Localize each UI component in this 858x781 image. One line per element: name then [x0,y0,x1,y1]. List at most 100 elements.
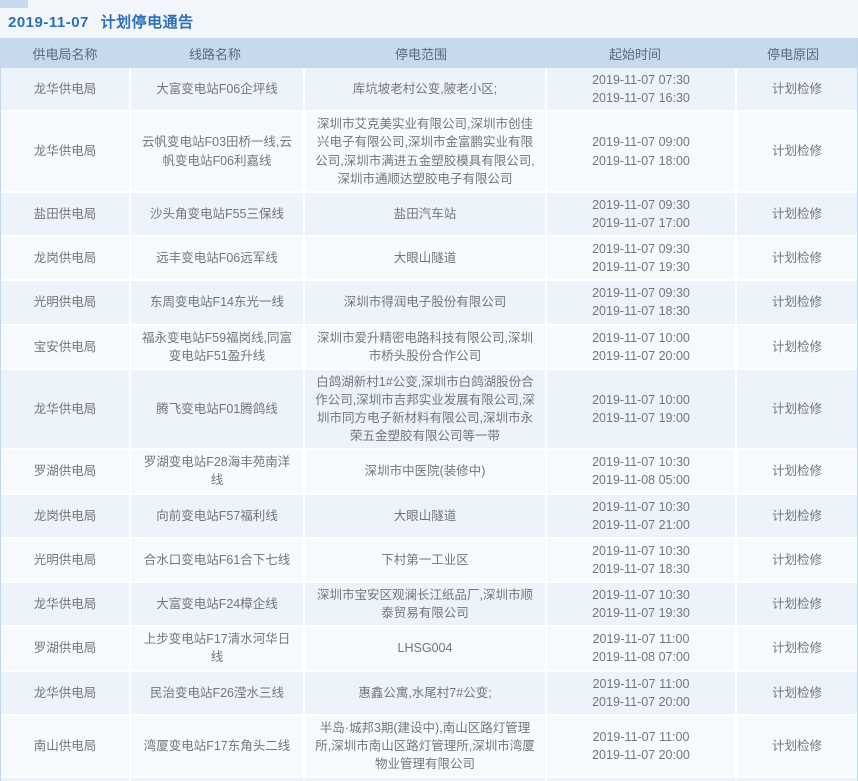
cell-bureau: 宝安供电局 [1,326,129,368]
bureau-text: 龙华供电局 [34,400,97,418]
bureau-text: 龙华供电局 [34,595,97,613]
reason-text: 计划检修 [772,551,822,569]
start-time-text: 2019-11-07 11:00 [593,675,690,693]
cell-bureau: 龙华供电局 [1,583,129,625]
reason-text: 计划检修 [772,400,822,418]
line-text: 民治变电站F26滢水三线 [150,684,284,702]
end-time-text: 2019-11-07 18:30 [592,302,690,320]
cell-reason: 计划检修 [737,450,857,492]
start-time-text: 2019-11-07 10:30 [592,542,690,560]
cell-line: 东周变电站F14东光一线 [131,281,303,323]
cell-reason: 计划检修 [737,193,857,235]
line-text: 湾厦变电站F17东角头二线 [144,737,291,755]
end-time-text: 2019-11-08 07:00 [592,648,690,666]
line-text: 云帆变电站F03田桥一线,云帆变电站F06利嘉线 [138,133,296,169]
end-time-text: 2019-11-07 18:30 [592,560,690,578]
table-row: 龙华供电局 云帆变电站F03田桥一线,云帆变电站F06利嘉线 深圳市艾克美实业有… [1,112,857,191]
end-time-text: 2019-11-07 20:00 [592,746,690,764]
cell-start-time: 2019-11-07 11:00 2019-11-08 07:00 [547,627,735,669]
cell-bureau: 南山供电局 [1,716,129,776]
table-row: 南山供电局 湾厦变电站F17东角头二线 半岛·城邦3期(建设中),南山区路灯管理… [1,716,857,776]
table-row: 宝安供电局 福永变电站F59福岗线,同富变电站F51盈升线 深圳市爱升精密电路科… [1,326,857,368]
bureau-text: 宝安供电局 [34,338,97,356]
cell-line: 沙头角变电站F55三保线 [131,193,303,235]
line-text: 罗湖变电站F28海丰苑南洋线 [138,453,296,489]
cell-scope: 惠鑫公寓,水尾村7#公变; [305,672,545,714]
reason-text: 计划检修 [772,338,822,356]
cell-start-time: 2019-11-07 10:00 2019-11-07 20:00 [547,326,735,368]
table-body: 龙华供电局 大富变电站F06企坪线 库坑坡老村公变,陂老小区; 2019-11-… [1,68,857,781]
table-row: 光明供电局 东周变电站F14东光一线 深圳市得润电子股份有限公司 2019-11… [1,281,857,323]
end-time-text: 2019-11-07 19:30 [592,258,690,276]
bureau-text: 光明供电局 [34,551,97,569]
cell-bureau: 龙华供电局 [1,672,129,714]
page: 2019-11-07 计划停电通告 供电局名称 线路名称 停电范围 起始时间 停… [0,0,858,781]
cell-bureau: 盐田供电局 [1,193,129,235]
end-time-text: 2019-11-08 05:00 [592,471,690,489]
reason-text: 计划检修 [772,142,822,160]
cell-scope: 深圳市艾克美实业有限公司,深圳市创佳兴电子有限公司,深圳市金富鹏实业有限公司,深… [305,112,545,191]
cell-line: 罗湖变电站F28海丰苑南洋线 [131,450,303,492]
cell-reason: 计划检修 [737,539,857,581]
cell-bureau: 光明供电局 [1,281,129,323]
end-time-text: 2019-11-07 16:30 [592,89,690,107]
reason-text: 计划检修 [772,205,822,223]
end-time-text: 2019-11-07 19:00 [592,409,690,427]
start-time-text: 2019-11-07 09:30 [592,284,690,302]
cell-reason: 计划检修 [737,495,857,537]
cell-start-time: 2019-11-07 09:30 2019-11-07 17:00 [547,193,735,235]
outage-table: 供电局名称 线路名称 停电范围 起始时间 停电原因 龙华供电局 大富变电站F06… [0,38,858,781]
end-time-text: 2019-11-07 18:00 [592,152,690,170]
table-row: 龙华供电局 民治变电站F26滢水三线 惠鑫公寓,水尾村7#公变; 2019-11… [1,672,857,714]
bureau-text: 龙华供电局 [34,142,97,160]
cell-scope: 深圳市中医院(装修中) [305,450,545,492]
cell-bureau: 龙华供电局 [1,112,129,191]
bureau-text: 盐田供电局 [34,205,97,223]
cell-bureau: 龙岗供电局 [1,237,129,279]
line-text: 合水口变电站F61合下七线 [144,551,291,569]
cell-scope: 下村第一工业区 [305,539,545,581]
col-header-scope: 停电范围 [301,44,541,63]
line-text: 腾飞变电站F01腾鸽线 [156,400,278,418]
table-row: 龙岗供电局 向前变电站F57福利线 大眼山隧道 2019-11-07 10:30… [1,495,857,537]
start-time-text: 2019-11-07 10:00 [592,391,690,409]
start-time-text: 2019-11-07 10:30 [592,586,690,604]
start-time-text: 2019-11-07 10:30 [592,498,690,516]
start-time-text: 2019-11-07 09:00 [592,133,690,151]
cell-start-time: 2019-11-07 10:00 2019-11-07 19:00 [547,370,735,449]
bureau-text: 罗湖供电局 [34,639,97,657]
cell-bureau: 罗湖供电局 [1,450,129,492]
cell-line: 大富变电站F24樟企线 [131,583,303,625]
cell-line: 腾飞变电站F01腾鸽线 [131,370,303,449]
table-header-row: 供电局名称 线路名称 停电范围 起始时间 停电原因 [1,38,857,68]
cell-scope: 大眼山隧道 [305,495,545,537]
scope-text: 盐田汽车站 [394,205,457,223]
cell-bureau: 龙华供电局 [1,370,129,449]
reason-text: 计划检修 [772,684,822,702]
cell-start-time: 2019-11-07 10:30 2019-11-07 19:30 [547,583,735,625]
start-time-text: 2019-11-07 11:00 [593,630,690,648]
cell-start-time: 2019-11-07 09:30 2019-11-07 19:30 [547,237,735,279]
bureau-text: 南山供电局 [34,737,97,755]
cell-scope: 深圳市宝安区观澜长江纸品厂,深圳市顺泰贸易有限公司 [305,583,545,625]
cell-start-time: 2019-11-07 11:00 2019-11-07 20:00 [547,716,735,776]
reason-text: 计划检修 [772,737,822,755]
scope-text: 库坑坡老村公变,陂老小区; [353,80,497,98]
bureau-text: 龙华供电局 [34,684,97,702]
bureau-text: 龙岗供电局 [34,249,97,267]
scope-text: 大眼山隧道 [394,249,457,267]
line-text: 福永变电站F59福岗线,同富变电站F51盈升线 [138,329,296,365]
cell-start-time: 2019-11-07 10:30 2019-11-08 05:00 [547,450,735,492]
table-row: 盐田供电局 沙头角变电站F55三保线 盐田汽车站 2019-11-07 09:3… [1,193,857,235]
cell-start-time: 2019-11-07 09:30 2019-11-07 18:30 [547,281,735,323]
cell-reason: 计划检修 [737,583,857,625]
col-header-line: 线路名称 [129,44,301,63]
start-time-text: 2019-11-07 10:00 [592,329,690,347]
end-time-text: 2019-11-07 20:00 [592,347,690,365]
cell-bureau: 龙华供电局 [1,68,129,110]
cell-line: 民治变电站F26滢水三线 [131,672,303,714]
col-header-start-time: 起始时间 [541,44,729,63]
cell-reason: 计划检修 [737,716,857,776]
scope-text: 大眼山隧道 [394,507,457,525]
start-time-text: 2019-11-07 09:30 [592,240,690,258]
